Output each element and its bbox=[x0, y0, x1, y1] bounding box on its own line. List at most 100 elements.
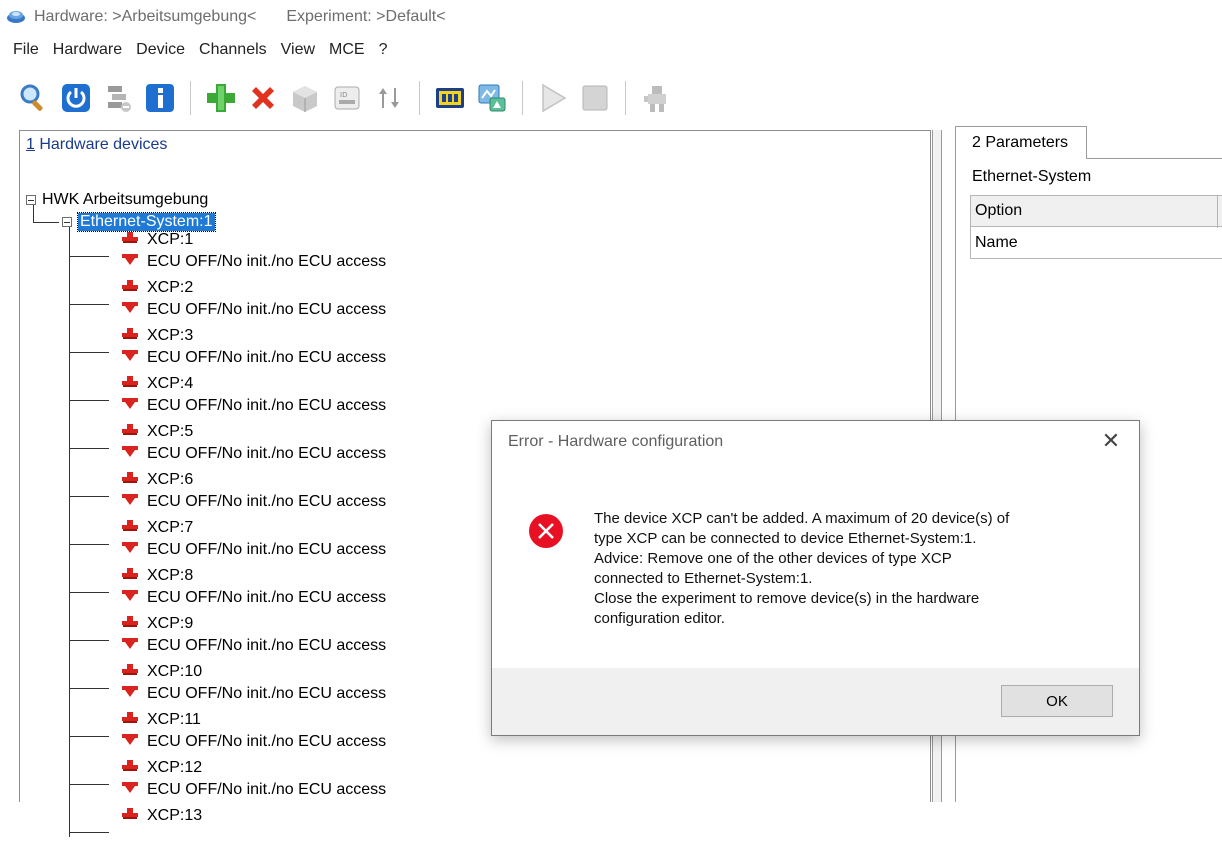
parameters-grid: Option Name bbox=[970, 195, 1222, 259]
connector-icon bbox=[121, 663, 139, 682]
module-icon[interactable] bbox=[434, 82, 466, 114]
device-name-row[interactable]: XCP:9 bbox=[121, 613, 193, 635]
message-line: configuration editor. bbox=[594, 610, 725, 627]
menu-channels[interactable]: Channels bbox=[192, 41, 274, 59]
ok-button[interactable]: OK bbox=[1001, 685, 1113, 717]
tab-parameters[interactable]: 2 Parameters bbox=[955, 126, 1087, 159]
device-status: ECU OFF/No init./no ECU access bbox=[147, 253, 387, 270]
device-name-row[interactable]: XCP:6 bbox=[121, 469, 193, 491]
tree-line bbox=[33, 222, 59, 223]
menu-file[interactable]: File bbox=[6, 41, 46, 59]
menu-hardware[interactable]: Hardware bbox=[46, 41, 129, 59]
connector-icon bbox=[121, 375, 139, 394]
device-status-row[interactable]: ECU OFF/No init./no ECU access bbox=[121, 635, 386, 657]
tree-line bbox=[69, 256, 109, 257]
close-icon[interactable]: ✕ bbox=[1097, 427, 1125, 455]
device-name-row[interactable]: XCP:1 bbox=[121, 229, 193, 251]
device-name-row[interactable]: XCP:5 bbox=[121, 421, 193, 443]
disconnect-icon[interactable] bbox=[102, 82, 134, 114]
device-status-row[interactable]: ECU OFF/No init./no ECU access bbox=[121, 347, 386, 369]
device-icon[interactable] bbox=[289, 82, 321, 114]
panel-header: 1 Hardware devices bbox=[20, 131, 930, 159]
tree-line bbox=[69, 784, 109, 785]
device-status: ECU OFF/No init./no ECU access bbox=[147, 349, 387, 366]
device-name-row[interactable]: XCP:11 bbox=[121, 709, 201, 731]
device-status-row[interactable]: ECU OFF/No init./no ECU access bbox=[121, 683, 386, 705]
connector-icon bbox=[121, 711, 139, 730]
svg-text:ID: ID bbox=[340, 91, 347, 99]
device-status-row[interactable]: ECU OFF/No init./no ECU access bbox=[121, 491, 386, 513]
power-icon[interactable] bbox=[60, 82, 92, 114]
delete-icon[interactable] bbox=[247, 82, 279, 114]
network-icon[interactable] bbox=[476, 82, 508, 114]
device-name: XCP:12 bbox=[147, 759, 203, 776]
sort-icon[interactable] bbox=[373, 82, 405, 114]
connector-icon bbox=[121, 327, 139, 346]
play-icon[interactable] bbox=[537, 82, 569, 114]
title-experiment: Experiment: >Default< bbox=[286, 8, 446, 25]
tree-node-device[interactable]: XCP:2 ECU OFF/No init./no ECU access bbox=[69, 277, 930, 325]
message-line: Close the experiment to remove device(s)… bbox=[594, 590, 980, 607]
tree-line bbox=[69, 832, 109, 833]
column-divider bbox=[1217, 196, 1218, 228]
tree-node-device[interactable]: XCP:4 ECU OFF/No init./no ECU access bbox=[69, 373, 930, 421]
device-status-row[interactable]: ECU OFF/No init./no ECU access bbox=[121, 251, 386, 273]
device-name: XCP:1 bbox=[147, 231, 194, 248]
device-status-row[interactable]: ECU OFF/No init./no ECU access bbox=[121, 587, 386, 609]
device-name-row[interactable]: XCP:7 bbox=[121, 517, 193, 539]
tree-node-device[interactable]: XCP:1 ECU OFF/No init./no ECU access bbox=[69, 229, 930, 277]
connector-icon bbox=[121, 471, 139, 490]
collapse-toggle[interactable] bbox=[26, 195, 36, 205]
device-status: ECU OFF/No init./no ECU access bbox=[147, 637, 387, 654]
tree-node-device[interactable]: XCP:13 bbox=[69, 805, 930, 853]
device-status-row[interactable]: ECU OFF/No init./no ECU access bbox=[121, 779, 386, 801]
menu-view[interactable]: View bbox=[274, 41, 322, 59]
info-icon[interactable] bbox=[144, 82, 176, 114]
device-name-row[interactable]: XCP:2 bbox=[121, 277, 193, 299]
device-status: ECU OFF/No init./no ECU access bbox=[147, 397, 387, 414]
device-name-row[interactable]: XCP:3 bbox=[121, 325, 193, 347]
connector-icon bbox=[121, 807, 139, 826]
device-status-row[interactable]: ECU OFF/No init./no ECU access bbox=[121, 539, 386, 561]
tree-line bbox=[69, 448, 109, 449]
device-name-row[interactable]: XCP:13 bbox=[121, 805, 202, 827]
add-icon[interactable] bbox=[205, 82, 237, 114]
device-name-row[interactable]: XCP:12 bbox=[121, 757, 202, 779]
device-status: ECU OFF/No init./no ECU access bbox=[147, 781, 387, 798]
tree-line bbox=[69, 736, 109, 737]
search-icon[interactable] bbox=[18, 82, 50, 114]
grid-header-option[interactable]: Option bbox=[970, 195, 1222, 228]
menu-device[interactable]: Device bbox=[129, 41, 192, 59]
id-icon[interactable]: ID bbox=[331, 82, 363, 114]
device-status-row[interactable]: ECU OFF/No init./no ECU access bbox=[121, 731, 386, 753]
device-name: XCP:10 bbox=[147, 663, 203, 680]
tree-node-device[interactable]: XCP:12 ECU OFF/No init./no ECU access bbox=[69, 757, 930, 805]
device-status-row[interactable]: ECU OFF/No init./no ECU access bbox=[121, 299, 386, 321]
device-status-row[interactable]: ECU OFF/No init./no ECU access bbox=[121, 443, 386, 465]
connector-icon bbox=[121, 279, 139, 298]
panel-number: 1 bbox=[26, 136, 35, 153]
tree-node-device[interactable]: XCP:3 ECU OFF/No init./no ECU access bbox=[69, 325, 930, 373]
connector-icon bbox=[121, 423, 139, 442]
tree-line bbox=[69, 400, 109, 401]
device-name-row[interactable]: XCP:4 bbox=[121, 373, 193, 395]
device-status: ECU OFF/No init./no ECU access bbox=[147, 589, 387, 606]
robot-icon[interactable] bbox=[640, 82, 672, 114]
collapse-toggle[interactable] bbox=[62, 217, 72, 227]
menu-help[interactable]: ? bbox=[372, 41, 395, 59]
root-label: HWK Arbeitsumgebung bbox=[42, 191, 209, 208]
device-status: ECU OFF/No init./no ECU access bbox=[147, 301, 387, 318]
stop-icon[interactable] bbox=[579, 82, 611, 114]
device-status: ECU OFF/No init./no ECU access bbox=[147, 493, 387, 510]
tree-line bbox=[69, 496, 109, 497]
option-header-label: Option bbox=[975, 202, 1023, 219]
device-name: XCP:9 bbox=[147, 615, 194, 632]
grid-row-name[interactable]: Name bbox=[970, 227, 1222, 259]
device-name-row[interactable]: XCP:8 bbox=[121, 565, 193, 587]
device-status-row[interactable]: ECU OFF/No init./no ECU access bbox=[121, 395, 386, 417]
status-icon bbox=[121, 253, 139, 272]
menu-mce[interactable]: MCE bbox=[322, 41, 372, 59]
error-dialog: Error - Hardware configuration ✕ The dev… bbox=[491, 420, 1140, 736]
device-name-row[interactable]: XCP:10 bbox=[121, 661, 202, 683]
tree-root[interactable]: HWK Arbeitsumgebung bbox=[26, 191, 208, 209]
